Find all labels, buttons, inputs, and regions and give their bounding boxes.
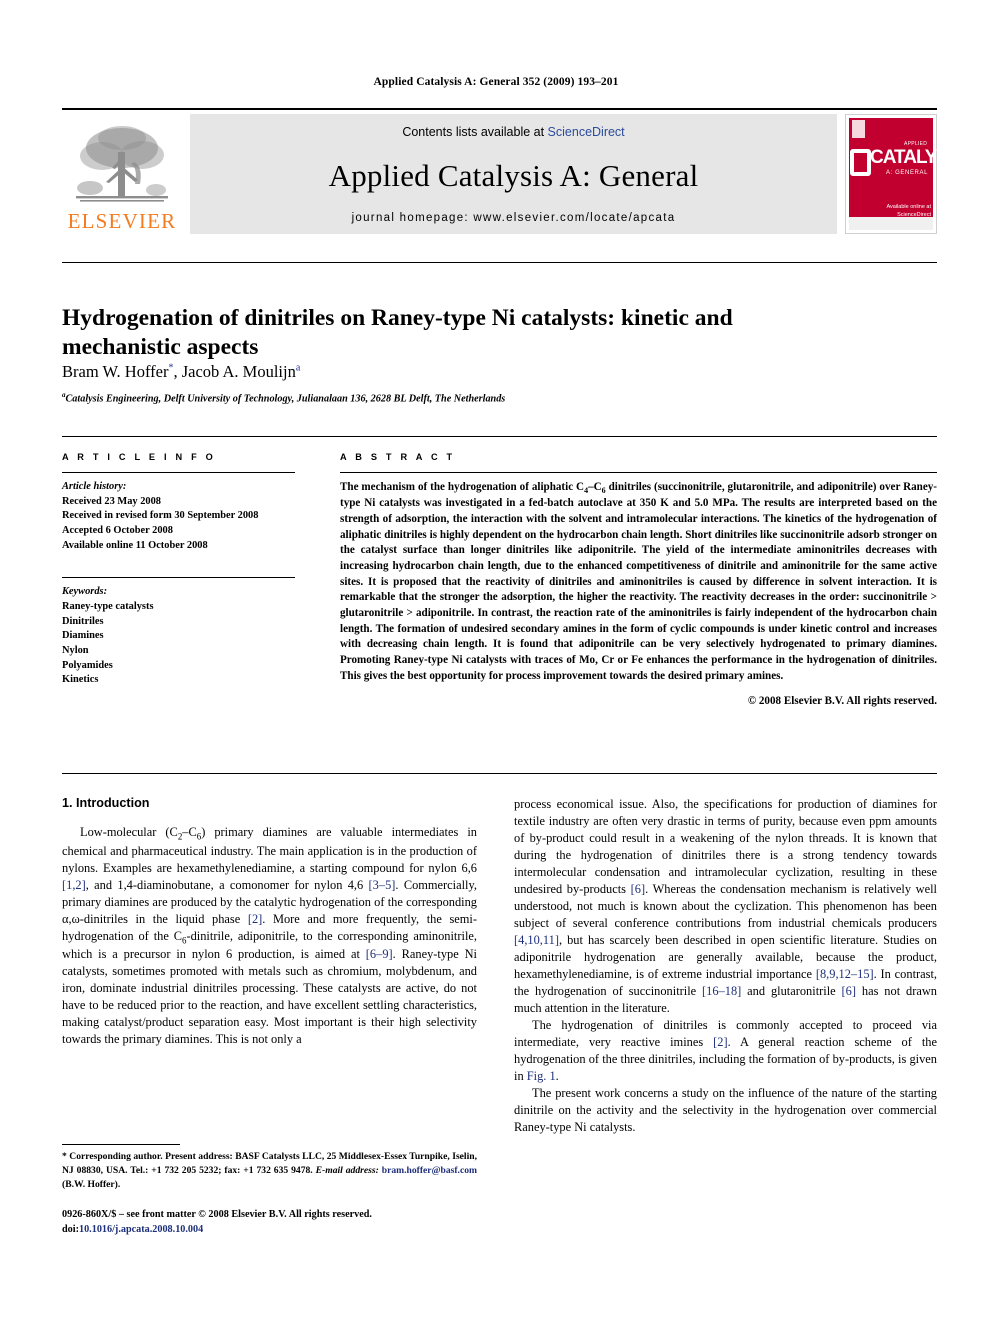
citation-ref-3-5[interactable]: [3–5] [369, 878, 396, 892]
abstract-rule [340, 472, 937, 473]
citation-ref-6b[interactable]: [6] [842, 984, 856, 998]
keywords-block: Keywords: Raney-type catalysts Dinitrile… [62, 585, 295, 688]
intro-text-b: –C [182, 825, 197, 839]
journal-title: Applied Catalysis A: General [328, 157, 699, 193]
journal-masthead: ELSEVIER Contents lists available at Sci… [62, 108, 965, 236]
footnote-text: * Corresponding author. Present address:… [62, 1150, 477, 1192]
affiliation-marker[interactable]: a [296, 363, 300, 374]
intro-paragraph-right-1: process economical issue. Also, the spec… [514, 796, 937, 1017]
cover-bottom-bar [849, 217, 933, 230]
footnote-divider [62, 1144, 180, 1145]
abstract-text-1: The mechanism of the hydrogenation of al… [340, 481, 585, 493]
article-history-block: Article history: Received 23 May 2008 Re… [62, 480, 295, 553]
doi-label: doi: [62, 1223, 79, 1235]
affiliation-text: Catalysis Engineering, Delft University … [65, 393, 506, 405]
email-owner: (B.W. Hoffer). [62, 1178, 121, 1190]
author-separator: , [173, 362, 182, 381]
intro-right2-text-c: . [555, 1068, 559, 1083]
journal-band: Contents lists available at ScienceDirec… [190, 114, 837, 234]
journal-homepage[interactable]: journal homepage: www.elsevier.com/locat… [352, 212, 676, 224]
intro-text-a: Low-molecular (C [80, 825, 178, 839]
sciencedirect-link[interactable]: ScienceDirect [548, 125, 625, 139]
title-divider [62, 262, 937, 263]
elsevier-wordmark: ELSEVIER [67, 209, 177, 233]
abstract-bottom-divider [62, 773, 937, 774]
journal-cover-thumbnail: APPLIED CATALYSIS A: GENERAL Available o… [845, 114, 965, 234]
cover-main-word: CATALYSIS [870, 147, 965, 168]
citation-ref-2b[interactable]: [2] [713, 1035, 727, 1049]
keyword-item: Diamines [62, 630, 104, 642]
intro-right-text-e: and glutaronitrile [741, 983, 842, 998]
citation-ref-6[interactable]: [6] [631, 882, 645, 896]
body-column-right: process economical issue. Also, the spec… [514, 796, 937, 1136]
keyword-item: Nylon [62, 645, 89, 657]
email-label: E-mail address: [315, 1164, 379, 1176]
intro-paragraph-right-3: The present work concerns a study on the… [514, 1085, 937, 1134]
citation-ref-1-2[interactable]: [1,2] [62, 878, 86, 892]
keyword-item: Polyamides [62, 659, 113, 671]
article-info-column: A R T I C L E I N F O Article history: R… [62, 452, 295, 688]
intro-text-d: , and 1,4-diaminobutane, a comonomer for… [85, 877, 369, 892]
intro-paragraph-left: Low-molecular (C2–C6) primary diamines a… [62, 824, 477, 1048]
keyword-item: Kinetics [62, 674, 99, 686]
abstract-column: A B S T R A C T The mechanism of the hyd… [340, 452, 937, 707]
abstract-text-3: dinitriles (succinonitrile, glutaronitri… [340, 481, 937, 682]
paper-page: Applied Catalysis A: General 352 (2009) … [0, 0, 992, 1323]
history-item: Received in revised form 30 September 20… [62, 510, 259, 522]
keyword-item: Dinitriles [62, 615, 104, 627]
citation-ref-4-10-11[interactable]: [4,10,11] [514, 933, 559, 947]
cover-sd-label: Available online at [886, 203, 931, 210]
figure-reference-fig1[interactable]: Fig. 1 [527, 1069, 556, 1083]
footnote-block: * Corresponding author. Present address:… [62, 1144, 477, 1192]
author-1: Bram W. Hoffer [62, 362, 169, 381]
citation-ref-6-9[interactable]: [6–9] [366, 947, 393, 961]
doi-line: doi:10.1016/j.apcata.2008.10.004 [62, 1223, 562, 1238]
keywords-rule [62, 577, 295, 579]
running-head: Applied Catalysis A: General 352 (2009) … [373, 76, 619, 88]
page-footer: 0926-860X/$ – see front matter © 2008 El… [62, 1208, 562, 1238]
cover-sub-word: A: GENERAL [886, 170, 929, 176]
info-divider [62, 436, 937, 437]
citation-ref-8-9-12-15[interactable]: [8,9,12–15] [816, 967, 874, 981]
copyright-line: © 2008 Elsevier B.V. All rights reserved… [747, 695, 937, 708]
section-heading-introduction: 1. Introduction [62, 796, 150, 810]
author-list: Bram W. Hoffer*, Jacob A. Moulijna [62, 362, 852, 382]
abstract-body: The mechanism of the hydrogenation of al… [340, 480, 937, 684]
article-info-heading: A R T I C L E I N F O [62, 452, 216, 462]
history-item: Accepted 6 October 2008 [62, 525, 173, 537]
keyword-item: Raney-type catalysts [62, 601, 154, 613]
intro-paragraph-right-2: The hydrogenation of dinitriles is commo… [514, 1017, 937, 1085]
author-2: Jacob A. Moulijn [181, 362, 296, 381]
contents-available-line: Contents lists available at ScienceDirec… [402, 125, 624, 139]
citation-ref-2[interactable]: [2] [248, 912, 262, 926]
citation-ref-16-18[interactable]: [16–18] [702, 984, 741, 998]
elsevier-logo: ELSEVIER [62, 114, 182, 234]
keywords-label: Keywords: [62, 586, 108, 598]
cover-elsevier-mark-icon [852, 120, 865, 138]
abstract-heading: A B S T R A C T [340, 452, 456, 462]
intro-text-h: . Raney-type Ni catalysts, sometimes pro… [62, 947, 477, 1047]
body-column-left: 1. Introduction Low-molecular (C2–C6) pr… [62, 796, 477, 1048]
abstract-text-2: –C [588, 481, 602, 493]
article-history-label: Article history: [62, 481, 127, 492]
contents-prefix: Contents lists available at [402, 125, 548, 139]
email-link[interactable]: bram.hoffer@basf.com [382, 1165, 477, 1176]
elsevier-tree-icon [76, 126, 168, 202]
doi-value[interactable]: 10.1016/j.apcata.2008.10.004 [79, 1224, 203, 1235]
issn-copyright-line: 0926-860X/$ – see front matter © 2008 El… [62, 1209, 372, 1220]
affiliation-line: aCatalysis Engineering, Delft University… [62, 391, 852, 404]
history-item: Available online 11 October 2008 [62, 539, 208, 551]
page-title: Hydrogenation of dinitriles on Raney-typ… [62, 304, 733, 361]
history-item: Received 23 May 2008 [62, 495, 161, 507]
article-info-rule [62, 472, 295, 473]
cover-c-glyph-icon [850, 149, 871, 176]
